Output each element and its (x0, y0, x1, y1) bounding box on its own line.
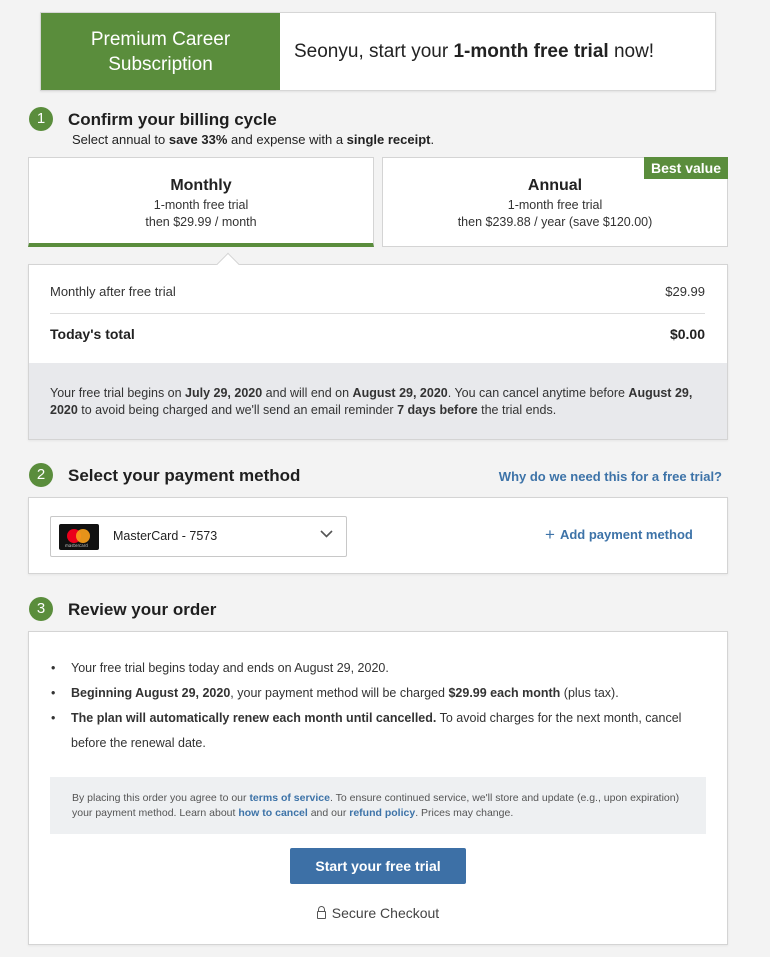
refund-policy-link[interactable]: refund policy (349, 807, 415, 819)
plan-price-line: then $29.99 / month (145, 215, 257, 229)
mastercard-icon: mastercard (59, 524, 99, 550)
trial-banner: Premium Career Subscription Seonyu, star… (40, 12, 716, 91)
list-item: The plan will automatically renew each m… (51, 706, 691, 756)
plan-option-monthly[interactable]: Monthly 1-month free trial then $29.99 /… (28, 157, 374, 247)
secure-checkout-text: Secure Checkout (331, 905, 440, 921)
today-total-row: Today's total $0.00 (50, 326, 705, 342)
legal-notice: By placing this order you agree to our t… (50, 777, 706, 834)
plus-icon: + (545, 525, 555, 544)
plan-option-annual[interactable]: Best value Annual 1-month free trial the… (382, 157, 728, 247)
plan-trial-line: 1-month free trial (153, 198, 249, 212)
product-name-line1: Premium Career (90, 28, 231, 50)
subtitle-savings: save 33% (168, 132, 228, 147)
recurring-price-amount: $29.99 (665, 284, 705, 299)
greeting-text: Seonyu, start your (294, 40, 454, 62)
trial-dates-note: Your free trial begins on July 29, 2020 … (29, 363, 727, 439)
product-name-line2: Subscription (108, 53, 213, 75)
plan-price-line: then $239.88 / year (save $120.00) (457, 215, 653, 229)
start-free-trial-button[interactable]: Start your free trial (290, 848, 466, 884)
greeting-end: now! (608, 40, 655, 62)
subtitle-end: . (430, 132, 435, 147)
payment-method-value: MasterCard - 7573 (113, 529, 218, 543)
step-3-number: 3 (29, 597, 53, 621)
add-payment-method-label: Add payment method (559, 527, 693, 542)
secure-checkout-label: Secure Checkout (29, 905, 727, 921)
price-summary-card: Monthly after free trial $29.99 Today's … (28, 252, 728, 440)
plan-name: Annual (527, 177, 583, 194)
today-total-amount: $0.00 (669, 326, 705, 342)
recurring-price-row: Monthly after free trial $29.99 (50, 284, 705, 314)
order-review-card: Your free trial begins today and ends on… (28, 631, 728, 945)
list-item: Beginning August 29, 2020, your payment … (51, 681, 691, 706)
subtitle-text: Select annual to (72, 132, 169, 147)
why-free-trial-link[interactable]: Why do we need this for a free trial? (499, 469, 722, 484)
selection-pointer (216, 252, 240, 276)
lock-icon (316, 906, 326, 919)
order-terms-list: Your free trial begins today and ends on… (51, 656, 691, 756)
plan-name: Monthly (170, 177, 232, 194)
today-total-label: Today's total (50, 326, 135, 342)
payment-method-card: mastercard MasterCard - 7573 + Add paymen… (28, 497, 728, 574)
chevron-down-icon (320, 527, 333, 541)
step-3-title: Review your order (68, 600, 217, 619)
how-to-cancel-link[interactable]: how to cancel (238, 807, 307, 819)
add-payment-method-button[interactable]: + Add payment method (545, 524, 693, 544)
step-1-title: Confirm your billing cycle (68, 110, 277, 129)
terms-of-service-link[interactable]: terms of service (249, 792, 330, 804)
payment-method-select[interactable]: mastercard MasterCard - 7573 (50, 516, 347, 557)
greeting-highlight: 1-month free trial (453, 40, 609, 62)
step-1-number: 1 (29, 107, 53, 131)
recurring-price-label: Monthly after free trial (50, 284, 176, 299)
plan-trial-line: 1-month free trial (507, 198, 603, 212)
best-value-badge: Best value (643, 157, 728, 179)
subtitle-receipt: single receipt (346, 132, 431, 147)
subtitle-text-mid: and expense with a (227, 132, 347, 147)
trial-greeting: Seonyu, start your 1-month free trial no… (294, 13, 654, 90)
step-2-number: 2 (29, 463, 53, 487)
product-name-panel: Premium Career Subscription (41, 13, 280, 90)
list-item: Your free trial begins today and ends on… (51, 656, 691, 681)
billing-subtitle: Select annual to save 33% and expense wi… (72, 132, 434, 147)
step-2-title: Select your payment method (68, 466, 301, 485)
